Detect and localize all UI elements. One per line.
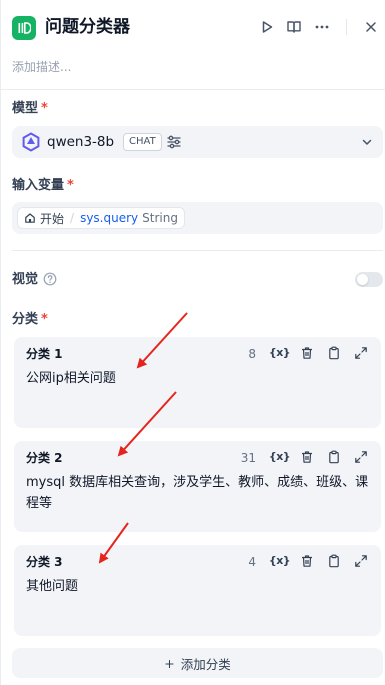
required-mark: * xyxy=(67,178,74,193)
class-char-count: 8 xyxy=(248,347,256,361)
class-title: 分类 3 xyxy=(26,555,63,569)
class-description-input[interactable]: 公网ip相关问题 xyxy=(26,368,371,389)
class-char-count: 31 xyxy=(240,451,256,465)
clipboard-icon xyxy=(328,450,339,463)
toggle-knob xyxy=(357,274,368,285)
copy-button[interactable] xyxy=(325,344,342,361)
run-button[interactable] xyxy=(257,17,277,37)
model-mode-badge: CHAT xyxy=(123,133,162,151)
header-divider xyxy=(346,19,347,35)
node-title[interactable]: 问题分类器 xyxy=(45,15,130,39)
description-input[interactable]: 添加描述... xyxy=(12,58,71,76)
close-button[interactable] xyxy=(361,17,381,37)
required-mark: * xyxy=(41,101,48,116)
play-icon xyxy=(262,21,273,33)
expand-button[interactable] xyxy=(352,344,369,361)
class-description-input[interactable]: mysql 数据库相关查询，涉及学生、教师、成绩、班级、课程等 xyxy=(26,472,371,514)
model-label-text: 模型 xyxy=(12,101,39,116)
delete-button[interactable] xyxy=(298,344,315,361)
model-label: 模型 * xyxy=(12,100,48,118)
input-variable-selector[interactable]: 开始 / sys.query String xyxy=(12,202,383,234)
more-horizontal-icon xyxy=(315,25,329,29)
book-open-icon xyxy=(287,21,301,33)
more-button[interactable] xyxy=(312,17,332,37)
variable-name: sys.query xyxy=(80,211,139,225)
trash-icon xyxy=(301,554,312,567)
chevron-down-icon xyxy=(362,139,372,145)
class-description-input[interactable]: 其他问题 xyxy=(26,576,371,597)
insert-variable-button[interactable]: {x} xyxy=(269,344,291,361)
copy-button[interactable] xyxy=(325,552,342,569)
delete-button[interactable] xyxy=(298,552,315,569)
insert-variable-button[interactable]: {x} xyxy=(269,448,291,465)
class-title: 分类 2 xyxy=(26,451,63,465)
expand-button[interactable] xyxy=(352,552,369,569)
section-divider xyxy=(1,89,385,90)
variable-chip[interactable]: 开始 / sys.query String xyxy=(17,207,185,229)
clipboard-icon xyxy=(328,554,339,567)
help-docs-button[interactable] xyxy=(284,17,304,37)
model-params-icon[interactable] xyxy=(166,134,182,150)
plus-icon: + xyxy=(164,655,175,671)
trash-icon xyxy=(301,346,312,359)
vision-label: 视觉 xyxy=(12,272,39,287)
class-card[interactable]: 分类 1 8 {x} 公网ip相关问题 xyxy=(14,337,381,428)
expand-icon xyxy=(354,346,367,359)
add-class-button[interactable]: + 添加分类 xyxy=(12,648,383,678)
class-toolbar: {x} xyxy=(269,448,369,465)
trash-icon xyxy=(301,450,312,463)
expand-button[interactable] xyxy=(352,448,369,465)
copy-button[interactable] xyxy=(325,448,342,465)
panel-header: 问题分类器 xyxy=(1,0,385,56)
node-config-panel: 问题分类器 添加描述... 模型 * qwen3-8b CHAT 输入变量 * … xyxy=(0,0,385,685)
class-card[interactable]: 分类 2 31 {x} mysql 数据库相关查询，涉及学生、教师、成绩、班级、… xyxy=(14,441,381,532)
model-name: qwen3-8b xyxy=(47,134,115,150)
variable-type: String xyxy=(142,211,178,225)
insert-variable-button[interactable]: {x} xyxy=(269,552,291,569)
expand-icon xyxy=(354,450,367,463)
variable-node-name: 开始 xyxy=(40,211,65,226)
qwen-logo-icon xyxy=(22,132,40,152)
classifier-icon xyxy=(12,16,36,40)
class-title: 分类 1 xyxy=(26,347,63,361)
classes-label-text: 分类 xyxy=(12,312,39,327)
home-icon xyxy=(25,213,35,223)
variable-separator: / xyxy=(70,211,75,225)
add-class-label: 添加分类 xyxy=(180,656,231,672)
class-char-count: 4 xyxy=(248,555,256,569)
input-vars-label: 输入变量 * xyxy=(12,177,74,195)
class-toolbar: {x} xyxy=(269,552,369,569)
vision-toggle[interactable] xyxy=(355,272,383,287)
clipboard-icon xyxy=(328,346,339,359)
section-divider xyxy=(12,250,383,251)
expand-icon xyxy=(354,554,367,567)
model-selector[interactable]: qwen3-8b CHAT xyxy=(12,126,383,158)
class-toolbar: {x} xyxy=(269,344,369,361)
help-circle-icon[interactable] xyxy=(43,272,57,286)
required-mark: * xyxy=(41,312,48,327)
classes-label: 分类 * xyxy=(12,311,48,329)
input-vars-label-text: 输入变量 xyxy=(12,178,65,193)
delete-button[interactable] xyxy=(298,448,315,465)
close-icon xyxy=(366,22,376,32)
class-card[interactable]: 分类 3 4 {x} 其他问题 xyxy=(14,545,381,636)
